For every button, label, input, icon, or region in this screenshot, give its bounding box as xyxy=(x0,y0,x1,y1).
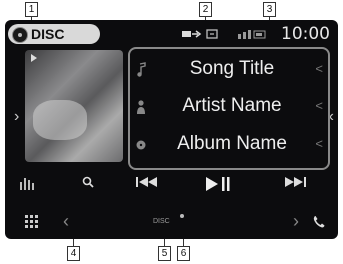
source-label: DISC xyxy=(31,26,65,42)
device-status-icon xyxy=(206,29,218,39)
album-name-more-icon: < xyxy=(315,136,323,151)
previous-track-icon[interactable] xyxy=(135,176,159,188)
bottom-next-arrow[interactable]: › xyxy=(293,211,299,232)
song-title-more-icon: < xyxy=(315,61,323,76)
artwork-play-icon xyxy=(31,54,37,62)
disc-shortcut[interactable]: DISC xyxy=(153,218,170,225)
callout-5: 5 xyxy=(158,246,171,261)
bottom-bar: ‹ DISC › xyxy=(5,208,338,236)
page-indicator-icon xyxy=(180,214,184,218)
callout-4: 4 xyxy=(67,246,80,261)
player-screen: DISC 10:00 › ‹ Song Title < Artist Name … xyxy=(5,20,338,239)
track-info-panel: Song Title < Artist Name < Album Name < xyxy=(128,47,330,170)
artwork-image xyxy=(33,100,87,140)
artist-name-row[interactable]: Artist Name < xyxy=(130,89,328,125)
song-title: Song Title xyxy=(189,58,275,79)
artist-name-more-icon: < xyxy=(315,98,323,113)
signal-status-icon xyxy=(238,30,266,39)
play-pause-icon[interactable] xyxy=(205,176,231,192)
search-icon[interactable] xyxy=(82,176,94,188)
album-disc-icon xyxy=(136,140,146,150)
left-nav-arrow[interactable]: › xyxy=(14,108,19,126)
clock: 10:00 xyxy=(281,24,330,44)
artist-name: Artist Name xyxy=(182,95,282,116)
album-name: Album Name xyxy=(177,133,287,154)
album-artwork[interactable] xyxy=(25,50,123,162)
source-button[interactable]: DISC xyxy=(8,24,100,44)
bluetooth-status-icon xyxy=(182,30,202,38)
top-bar: DISC 10:00 xyxy=(5,20,338,48)
music-note-icon xyxy=(137,62,146,77)
menu-grid-icon[interactable] xyxy=(25,215,38,228)
song-title-row[interactable]: Song Title < xyxy=(130,52,328,88)
callout-1: 1 xyxy=(25,2,38,17)
artist-icon xyxy=(137,100,145,114)
callout-6: 6 xyxy=(177,246,190,261)
album-name-row[interactable]: Album Name < xyxy=(130,127,328,163)
equalizer-icon[interactable] xyxy=(19,176,35,190)
disc-icon xyxy=(12,27,28,43)
callout-3: 3 xyxy=(263,2,276,17)
playback-controls xyxy=(5,168,338,202)
phone-icon[interactable] xyxy=(313,215,325,228)
callout-2: 2 xyxy=(199,2,212,17)
next-track-icon[interactable] xyxy=(283,176,307,188)
bottom-prev-arrow[interactable]: ‹ xyxy=(63,211,69,232)
